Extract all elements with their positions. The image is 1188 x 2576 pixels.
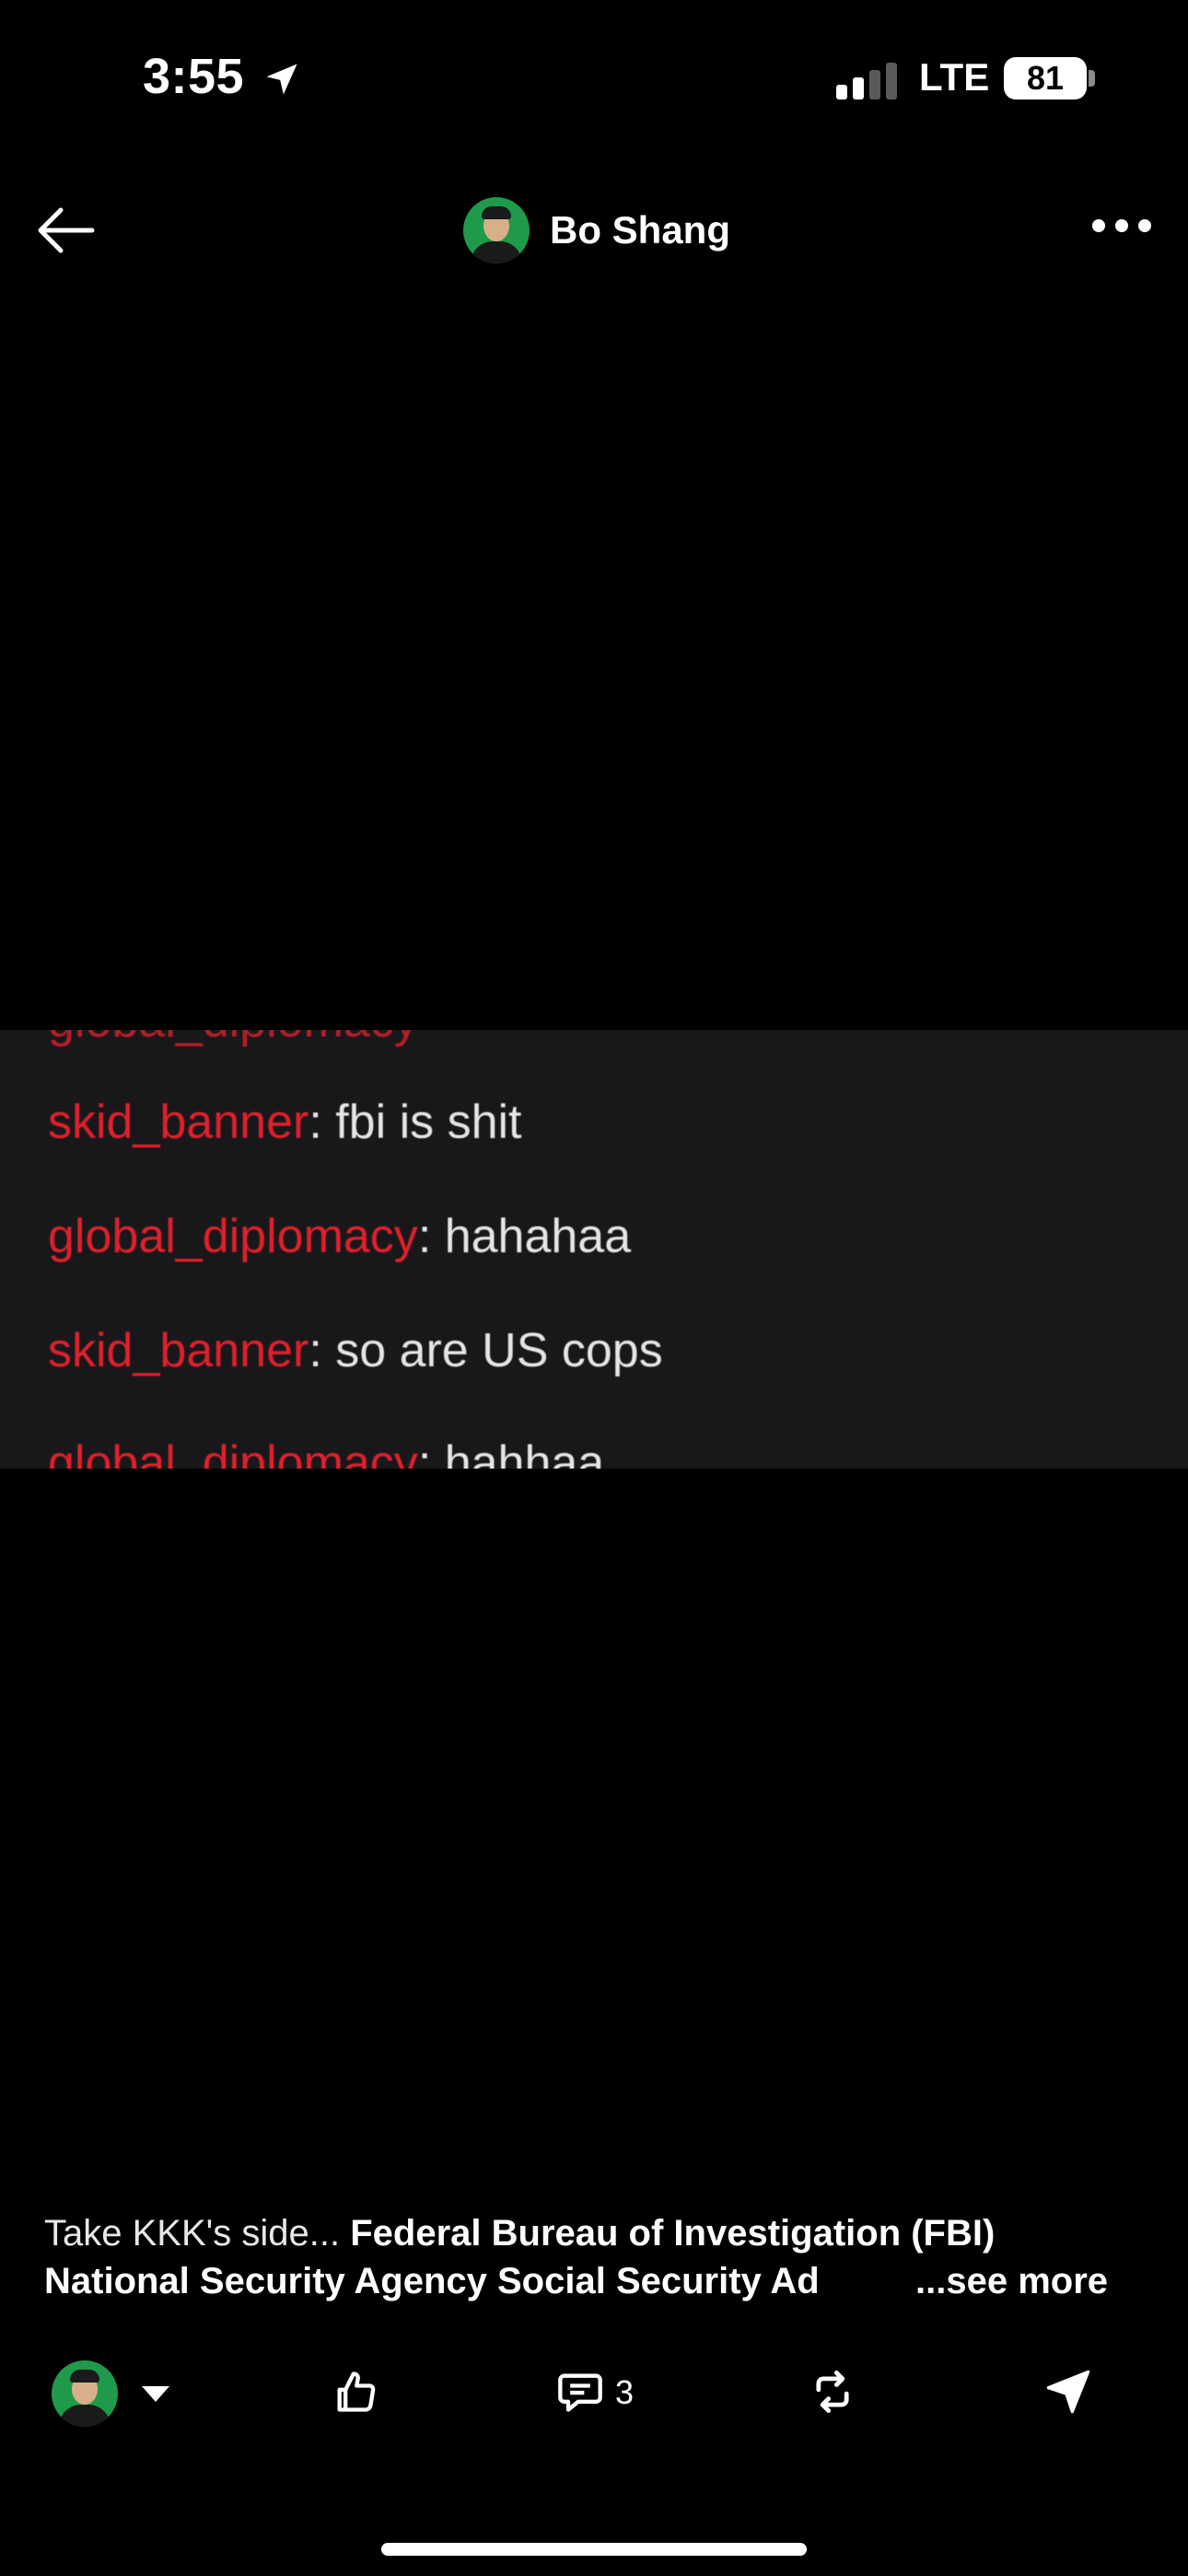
chat-message: : so are US cops: [309, 1324, 663, 1377]
like-icon[interactable]: [332, 2368, 379, 2416]
status-time: 3:55: [143, 49, 245, 104]
reaction-avatar[interactable]: [52, 2360, 118, 2427]
chat-line: skid_banner: fbi is shit: [48, 1095, 522, 1150]
avatar[interactable]: [463, 197, 530, 263]
chevron-down-icon[interactable]: [142, 2386, 169, 2402]
comment-count[interactable]: 3: [615, 2373, 634, 2412]
cellular-signal-icon: [836, 63, 897, 100]
author-header[interactable]: Bo Shang: [463, 195, 730, 265]
more-horizontal-icon[interactable]: [1092, 219, 1151, 238]
battery-level: 81: [1004, 57, 1087, 100]
chat-message: : hahahaa: [417, 1210, 632, 1263]
caption-lead: Take KKK's side...: [44, 2213, 351, 2254]
home-indicator[interactable]: [381, 2543, 807, 2556]
caption-mention[interactable]: National Security Agency Social Security…: [44, 2261, 820, 2301]
chat-line-partial-top: global_diplomacy: [48, 1030, 418, 1048]
chat-line: skid_banner: so are US cops: [48, 1323, 663, 1378]
status-bar: 3:55 LTE 81: [0, 0, 1188, 157]
chat-username: global_diplomacy: [48, 1210, 418, 1263]
comment-icon[interactable]: [556, 2368, 604, 2416]
send-icon[interactable]: [1044, 2368, 1092, 2416]
chat-username: skid_banner: [48, 1095, 309, 1149]
author-name[interactable]: Bo Shang: [550, 208, 730, 252]
network-type: LTE: [919, 55, 990, 99]
caption-mention[interactable]: Federal Bureau of Investigation (FBI): [350, 2213, 995, 2254]
repost-icon[interactable]: [809, 2368, 856, 2416]
arrow-left-icon[interactable]: [33, 201, 99, 260]
see-more-link[interactable]: ...see more: [915, 2257, 1108, 2305]
chat-message: : hahhaa: [417, 1436, 605, 1469]
chat-message: : fbi is shit: [309, 1095, 522, 1149]
location-arrow-icon: [266, 64, 297, 95]
chat-line: global_diplomacy: hahahaa: [48, 1209, 631, 1264]
chat-line: global_diplomacy: hahhaa: [48, 1435, 604, 1469]
chat-username: global_diplomacy: [48, 1436, 418, 1469]
battery-tip: [1089, 70, 1095, 87]
post-media-image[interactable]: global_diplomacy skid_banner: fbi is shi…: [0, 1030, 1188, 1469]
chat-username: skid_banner: [48, 1324, 309, 1377]
